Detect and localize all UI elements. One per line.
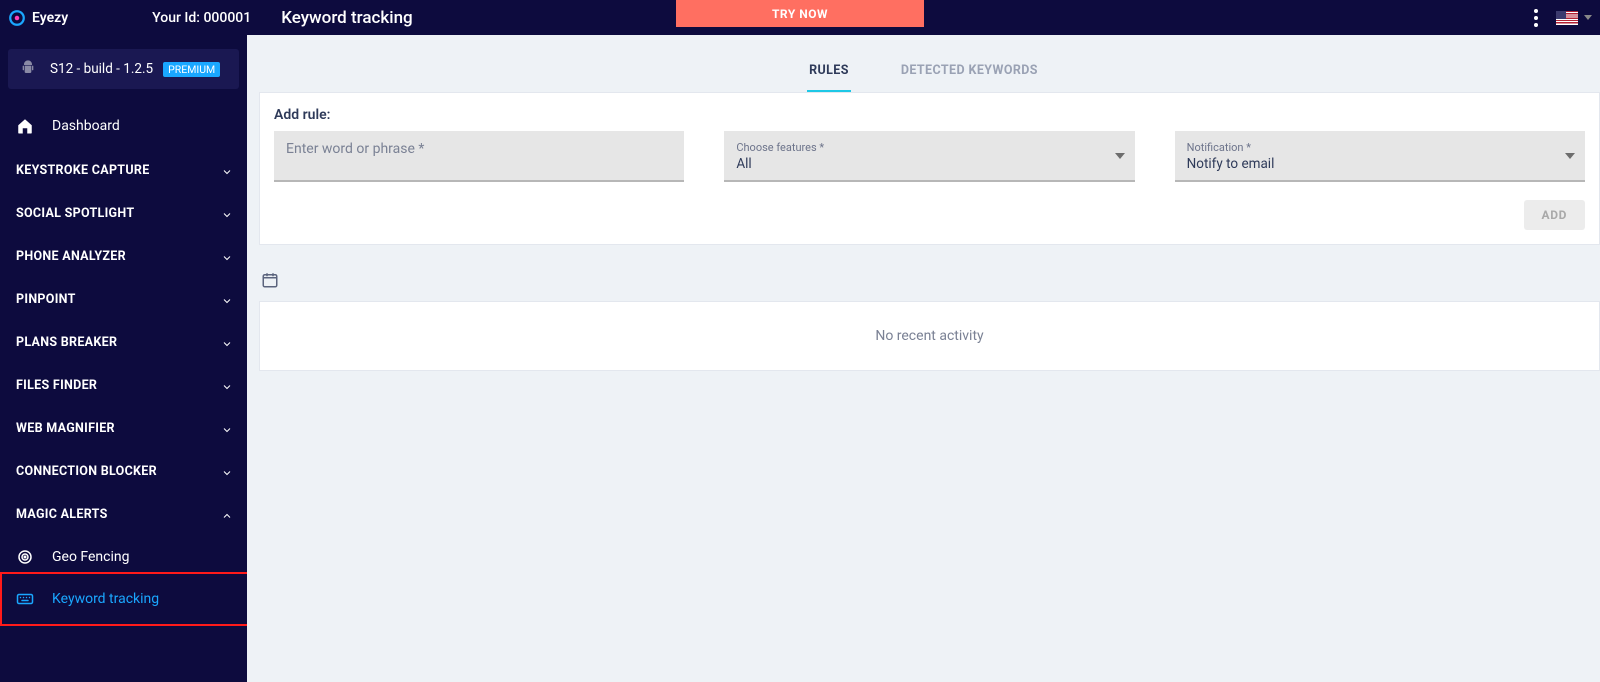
- add-button[interactable]: ADD: [1524, 200, 1585, 230]
- page-title: Keyword tracking: [281, 8, 412, 28]
- dropdown-caret-icon: [1565, 153, 1575, 159]
- sidebar-item-keyword-tracking[interactable]: Keyword tracking: [0, 578, 247, 620]
- features-label: Choose features *: [736, 141, 1122, 154]
- sidebar-item-label: Geo Fencing: [52, 549, 130, 565]
- chevron-down-icon: [221, 338, 231, 348]
- target-icon: [16, 548, 34, 566]
- brand-logo[interactable]: Eyezy: [8, 9, 68, 27]
- android-icon: [20, 59, 36, 79]
- sidebar-group-keystroke-capture[interactable]: KEYSTROKE CAPTURE: [0, 149, 247, 192]
- sidebar-group-plans-breaker[interactable]: PLANS BREAKER: [0, 321, 247, 364]
- sidebar-item-dashboard[interactable]: Dashboard: [0, 103, 247, 149]
- sidebar-group-connection-blocker[interactable]: CONNECTION BLOCKER: [0, 450, 247, 493]
- language-selector[interactable]: [1556, 11, 1592, 25]
- notification-select[interactable]: Notification * Notify to email: [1175, 131, 1585, 182]
- eye-icon: [8, 9, 26, 27]
- main-content: RULES DETECTED KEYWORDS Add rule: Enter …: [247, 35, 1600, 682]
- dropdown-caret-icon: [1115, 153, 1125, 159]
- sidebar-group-label: FILES FINDER: [16, 378, 97, 393]
- chevron-down-icon: [221, 381, 231, 391]
- sidebar-item-label: Keyword tracking: [52, 591, 159, 607]
- sidebar-group-label: PHONE ANALYZER: [16, 249, 126, 264]
- add-rule-title: Add rule:: [274, 107, 1585, 123]
- sidebar-group-social-spotlight[interactable]: SOCIAL SPOTLIGHT: [0, 192, 247, 235]
- chevron-down-icon: [221, 252, 231, 262]
- user-id-label: Your Id: 000001: [152, 10, 251, 26]
- sidebar-group-label: PINPOINT: [16, 292, 76, 307]
- sidebar-group-label: SOCIAL SPOTLIGHT: [16, 206, 134, 221]
- features-select[interactable]: Choose features * All: [724, 131, 1134, 182]
- chevron-down-icon: [221, 467, 231, 477]
- add-rule-card: Add rule: Enter word or phrase * Choose …: [259, 92, 1600, 245]
- app-header: Eyezy Your Id: 000001 Keyword tracking T…: [0, 0, 1600, 35]
- kebab-menu-icon[interactable]: [1534, 9, 1538, 27]
- activity-empty-text: No recent activity: [875, 328, 983, 344]
- sidebar-group-pinpoint[interactable]: PINPOINT: [0, 278, 247, 321]
- tab-detected-keywords[interactable]: DETECTED KEYWORDS: [899, 55, 1040, 92]
- premium-badge: PREMIUM: [163, 62, 220, 77]
- tab-bar: RULES DETECTED KEYWORDS: [247, 35, 1600, 92]
- word-input-placeholder: Enter word or phrase *: [286, 141, 672, 157]
- sidebar-item-label: Dashboard: [52, 118, 120, 134]
- chevron-down-icon: [221, 295, 231, 305]
- word-input[interactable]: Enter word or phrase *: [274, 131, 684, 182]
- chevron-down-icon: [221, 424, 231, 434]
- calendar-icon: [261, 271, 279, 289]
- chevron-up-icon: [221, 510, 231, 520]
- sidebar: S12 - build - 1.2.5 PREMIUM Dashboard KEY…: [0, 35, 247, 682]
- device-selector[interactable]: S12 - build - 1.2.5 PREMIUM: [8, 49, 239, 89]
- sidebar-item-geo-fencing[interactable]: Geo Fencing: [0, 536, 247, 578]
- notification-label: Notification *: [1187, 141, 1573, 154]
- sidebar-group-label: MAGIC ALERTS: [16, 507, 108, 522]
- sidebar-group-files-finder[interactable]: FILES FINDER: [0, 364, 247, 407]
- date-picker-trigger[interactable]: [247, 263, 1600, 301]
- chevron-down-icon: [221, 166, 231, 176]
- notification-value: Notify to email: [1187, 156, 1573, 172]
- tab-rules[interactable]: RULES: [807, 55, 851, 92]
- home-icon: [16, 117, 34, 135]
- features-value: All: [736, 156, 1122, 172]
- keyboard-icon: [16, 590, 34, 608]
- chevron-down-icon: [221, 209, 231, 219]
- chevron-down-icon: [1584, 15, 1592, 20]
- device-name: S12 - build - 1.2.5: [50, 61, 153, 77]
- sidebar-group-label: WEB MAGNIFIER: [16, 421, 115, 436]
- sidebar-group-magic-alerts[interactable]: MAGIC ALERTS: [0, 493, 247, 536]
- activity-card: No recent activity: [259, 301, 1600, 371]
- try-now-button[interactable]: TRY NOW: [676, 0, 924, 27]
- brand-name: Eyezy: [32, 10, 68, 26]
- sidebar-group-phone-analyzer[interactable]: PHONE ANALYZER: [0, 235, 247, 278]
- sidebar-group-label: CONNECTION BLOCKER: [16, 464, 157, 479]
- sidebar-group-web-magnifier[interactable]: WEB MAGNIFIER: [0, 407, 247, 450]
- sidebar-group-label: PLANS BREAKER: [16, 335, 117, 350]
- flag-us-icon: [1556, 11, 1578, 25]
- sidebar-group-label: KEYSTROKE CAPTURE: [16, 163, 150, 178]
